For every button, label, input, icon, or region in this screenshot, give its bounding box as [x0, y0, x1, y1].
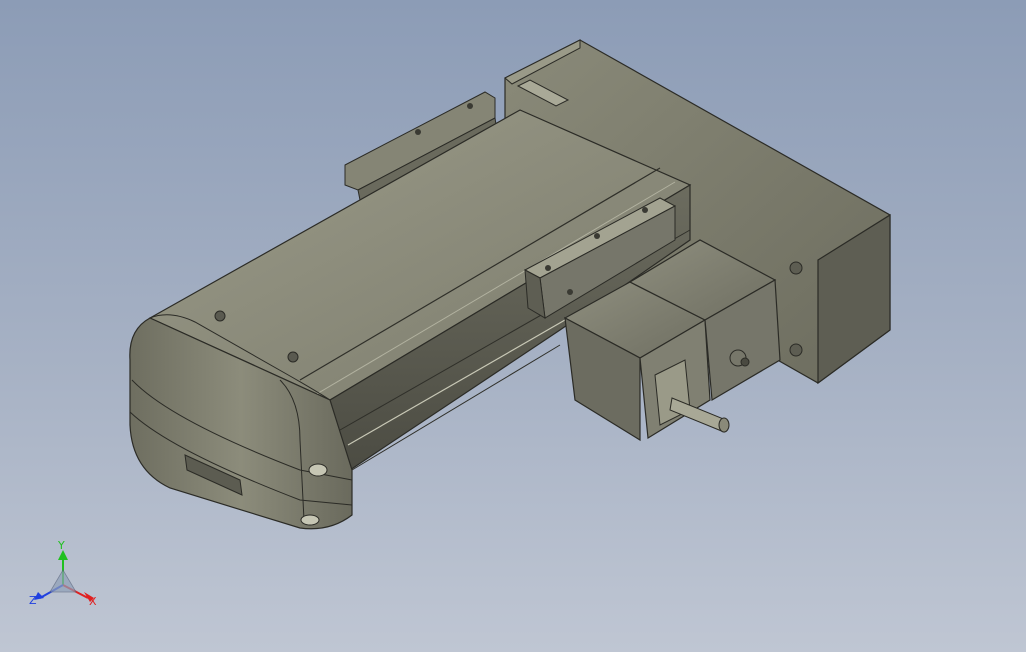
model-render[interactable]: [0, 0, 1026, 652]
coordinate-triad: [34, 550, 94, 602]
triad-x-label: X: [89, 595, 97, 608]
triad-z-label: Z: [29, 594, 37, 607]
triad-y-label: Y: [58, 539, 65, 552]
cad-viewport[interactable]: Y X Z: [0, 0, 1026, 652]
